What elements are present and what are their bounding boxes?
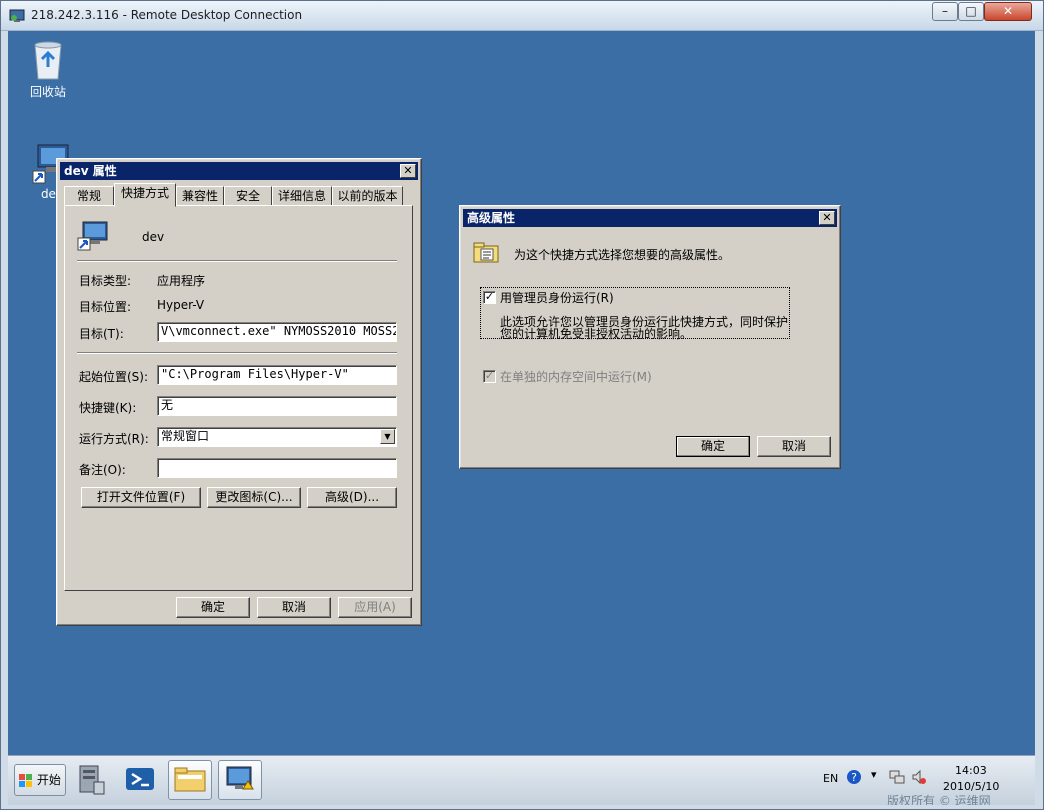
close-button[interactable]: ✕ [984,2,1032,21]
ok-button[interactable]: 确定 [676,436,750,457]
tab-previous-versions[interactable]: 以前的版本 [332,186,403,206]
advanced-properties-dialog: 高级属性 ✕ 为这个快捷方式选择您想要的高级属性。 ✓ 用管理员身份运行(R) … [459,205,841,469]
comment-field[interactable] [157,458,397,478]
separator [77,260,397,262]
properties-titlebar[interactable]: dev 属性 ✕ [60,162,418,180]
target-location-value: Hyper-V [157,298,205,312]
separator [77,352,397,354]
target-field[interactable]: V\vmconnect.exe" NYMOSS2010 MOSS2010Dev [157,322,397,342]
ok-button[interactable]: 确定 [176,597,250,618]
run-as-admin-label[interactable]: 用管理员身份运行(R) [500,289,614,306]
watermark: 版权所有 © 运维网 [887,794,991,805]
open-file-location-button[interactable]: 打开文件位置(F) [81,487,201,508]
remote-desktop-icon [9,9,25,22]
change-icon-button[interactable]: 更改图标(C)... [207,487,301,508]
start-in-label: 起始位置(S): [79,370,149,384]
powershell-icon-glyph [126,768,154,790]
windows-logo-icon [19,773,32,787]
properties-icon [473,242,499,263]
run-as-admin-checkbox[interactable]: ✓ [483,291,496,304]
tab-details[interactable]: 详细信息 [272,186,332,206]
shortcut-tab-panel: dev 目标类型: 应用程序 目标位置: Hyper-V 目标(T): V\vm… [64,205,413,591]
maximize-button[interactable]: □ [958,2,984,21]
run-as-admin-desc-line2: 您的计算机免受非授权活动的影响。 [500,327,693,341]
target-type-value: 应用程序 [157,274,206,288]
hotkey-field[interactable]: 无 [157,396,397,416]
monitor-icon [226,766,254,790]
tab-security[interactable]: 安全 [224,186,272,206]
rdc-titlebar[interactable]: 218.242.3.116 - Remote Desktop Connectio… [1,1,1043,31]
target-label: 目标(T): [79,327,124,341]
hyper-v-connection-icon[interactable] [218,760,262,800]
tab-compatibility[interactable]: 兼容性 [176,186,224,206]
target-location-label: 目标位置: [79,300,132,314]
properties-dialog: dev 属性 ✕ 常规 快捷方式 兼容性 安全 详细信息 以前的版本 dev 目… [56,158,422,626]
separate-memory-label: 在单独的内存空间中运行(M) [500,370,652,384]
start-label: 开始 [36,773,61,787]
advanced-title: 高级属性 [467,211,516,225]
separate-memory-checkbox[interactable]: ✓ [483,370,496,383]
powershell-icon[interactable] [120,760,164,800]
rdc-title: 218.242.3.116 - Remote Desktop Connectio… [31,8,303,22]
minimize-button[interactable]: – [932,2,958,21]
shortcut-icon [77,221,108,251]
clock-time[interactable]: 14:03 [955,764,987,777]
target-type-label: 目标类型: [79,274,132,288]
chevron-down-icon[interactable]: ▼ [380,429,395,444]
network-icon[interactable] [889,769,905,785]
language-indicator[interactable]: EN [823,772,838,785]
remote-desktop-window: 218.242.3.116 - Remote Desktop Connectio… [0,0,1044,810]
cancel-button[interactable]: 取消 [757,436,831,457]
server-manager-icon[interactable] [70,760,114,800]
properties-title: dev 属性 [64,164,117,178]
run-select[interactable]: 常规窗口 ▼ [157,427,397,447]
recycle-bin-icon [34,41,62,80]
close-icon[interactable]: ✕ [400,164,416,178]
comment-label: 备注(O): [79,463,126,477]
start-button[interactable]: 开始 [14,764,66,796]
remote-desktop: 回收站 dev dev 属性 ✕ 常规 快捷方式 兼容性 安全 详细信息 以前的… [8,31,1035,805]
tab-shortcut[interactable]: 快捷方式 [114,183,176,207]
shortcut-name: dev [142,230,165,244]
desktop-icon-recycle-bin[interactable]: 回收站 [16,37,80,100]
desktop-icon-label: 回收站 [29,85,66,99]
tray-expand-icon[interactable]: ▾ [871,768,877,781]
apply-button[interactable]: 应用(A) [338,597,412,618]
system-tray: EN ? ▾ 14:03 2010/5/10 版权所有 © 运维网 [815,756,1035,805]
explorer-icon[interactable] [168,760,212,800]
folder-icon [174,767,206,792]
cancel-button[interactable]: 取消 [257,597,331,618]
close-icon[interactable]: ✕ [819,211,835,225]
advanced-button[interactable]: 高级(D)... [307,487,397,508]
svg-text:?: ? [851,771,857,784]
taskbar: 开始 EN ? ▾ 14:03 2010/5/10 版权所有 © 运维网 [8,755,1035,805]
advanced-titlebar[interactable]: 高级属性 ✕ [463,209,837,227]
hotkey-label: 快捷键(K): [79,401,137,415]
run-select-value: 常规窗口 [161,429,210,443]
tab-general[interactable]: 常规 [64,186,114,206]
run-label: 运行方式(R): [79,432,149,446]
help-icon[interactable]: ? [846,769,862,785]
server-icon [79,765,105,795]
advanced-prompt: 为这个快捷方式选择您想要的高级属性。 [514,248,731,262]
start-in-field[interactable]: "C:\Program Files\Hyper-V" [157,365,397,385]
volume-icon[interactable] [911,769,927,785]
